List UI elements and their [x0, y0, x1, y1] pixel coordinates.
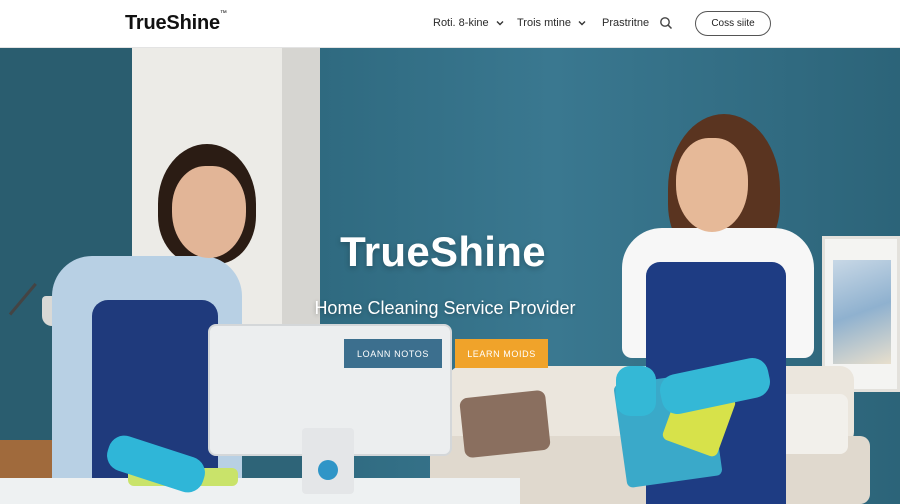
hero-title: TrueShine	[340, 228, 546, 275]
learn-more-button-primary[interactable]: LOANN NOTOS	[344, 339, 442, 368]
brand-name: TrueShine	[125, 12, 220, 34]
nav-item-3[interactable]: Prastritne	[602, 17, 649, 29]
trademark-mark: ™	[219, 10, 227, 18]
hero-table	[0, 478, 520, 504]
cleaner-right-face	[676, 138, 748, 232]
cleaner-right-glove	[616, 366, 656, 416]
learn-more-button-secondary[interactable]: LEARN MOIDS	[455, 339, 548, 368]
chevron-down-icon	[578, 21, 586, 26]
site-header: TrueShine™ Roti. 8-kine Trois mtine Pras…	[0, 0, 900, 48]
search-icon[interactable]	[659, 16, 673, 30]
header-cta-button[interactable]: Coss siite	[695, 11, 771, 36]
hero-sofa-pillow	[778, 394, 848, 454]
hero-section	[0, 48, 900, 504]
hero-sofa-pillow	[459, 389, 551, 459]
nav-item-2-label: Trois mtine	[517, 17, 571, 29]
nav-item-1[interactable]: Roti. 8-kine	[433, 17, 505, 29]
nav-item-3-label: Prastritne	[602, 17, 650, 29]
nav-item-1-label: Roti. 8-kine	[433, 17, 489, 29]
hero-monitor-knob	[318, 460, 338, 480]
hero-subtitle: Home Cleaning Service Provider	[314, 298, 576, 318]
nav-item-2[interactable]: Trois mtine	[517, 17, 587, 29]
brand-logo[interactable]: TrueShine™	[125, 10, 227, 35]
chevron-down-icon	[496, 21, 504, 26]
page: TrueShine™ Roti. 8-kine Trois mtine Pras…	[0, 0, 900, 504]
